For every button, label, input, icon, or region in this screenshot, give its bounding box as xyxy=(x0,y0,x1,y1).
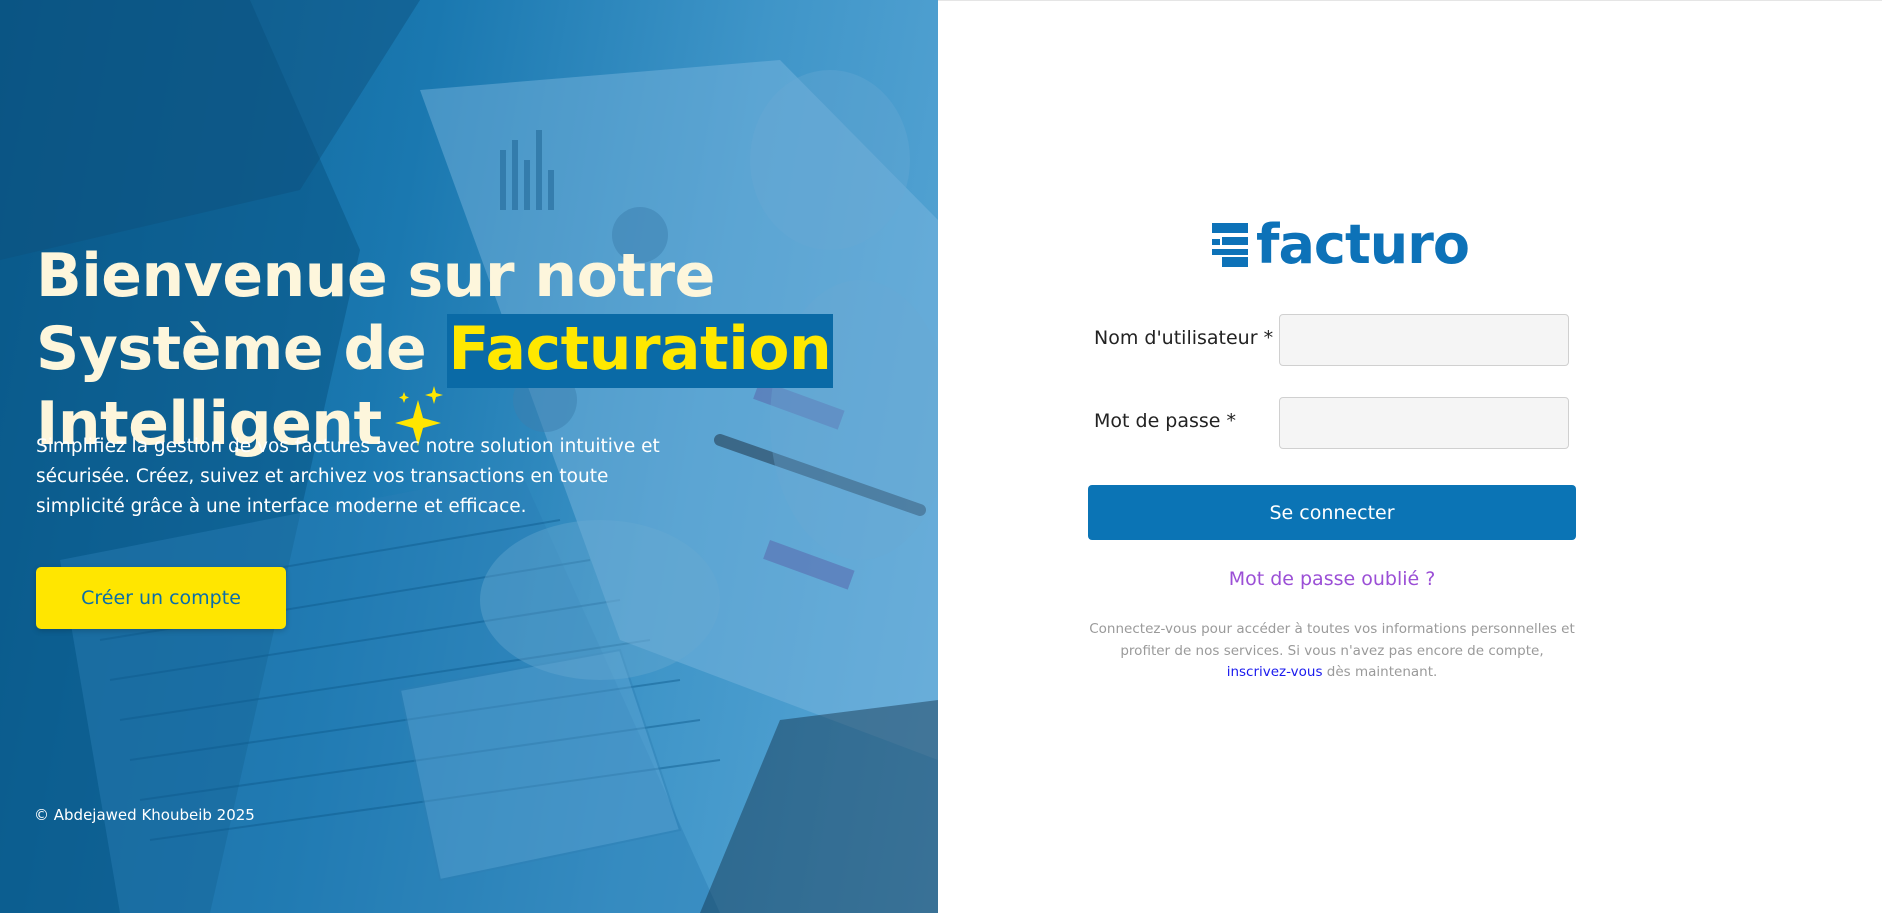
password-input[interactable] xyxy=(1279,397,1569,449)
facturo-logo-icon xyxy=(1212,223,1248,267)
hero-section: Bienvenue sur notre Système de Facturati… xyxy=(0,0,938,913)
brand-name: facturo xyxy=(1256,213,1470,276)
login-button[interactable]: Se connecter xyxy=(1088,485,1576,540)
help-text: Connectez-vous pour accéder à toutes vos… xyxy=(1088,619,1576,684)
create-account-button[interactable]: Créer un compte xyxy=(36,567,286,629)
hero-title-highlight: Facturation xyxy=(446,314,834,388)
username-input[interactable] xyxy=(1279,314,1569,366)
login-panel: facturo Nom d'utilisateur * Mot de passe… xyxy=(938,0,1882,913)
forgot-password-link[interactable]: Mot de passe oublié ? xyxy=(1088,568,1576,590)
copyright-text: © Abdejawed Khoubeib 2025 xyxy=(34,806,255,824)
hero-title: Bienvenue sur notre Système de Facturati… xyxy=(36,240,916,463)
help-text-end: dès maintenant. xyxy=(1326,664,1438,680)
hero-description: Simplifiez la gestion de vos factures av… xyxy=(36,436,660,517)
signup-link[interactable]: inscrivez-vous xyxy=(1227,664,1323,680)
help-text-main: Connectez-vous pour accéder à toutes vos… xyxy=(1089,621,1575,659)
brand-logo: facturo xyxy=(1212,213,1470,276)
password-label: Mot de passe * xyxy=(1094,410,1237,432)
username-label: Nom d'utilisateur * xyxy=(1094,327,1274,349)
